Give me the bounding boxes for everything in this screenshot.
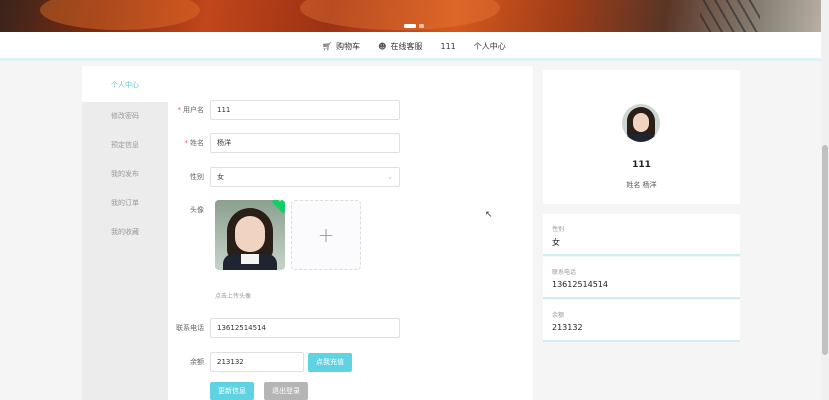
sidebar-item-change-password[interactable]: 修改密码 — [82, 102, 168, 131]
nav-item-username[interactable]: 111 — [441, 42, 456, 51]
phone-input[interactable]: 13612514514 — [210, 318, 400, 338]
info-card-gender: 性别 女 — [543, 214, 740, 256]
phone-label: 联系电话 — [176, 324, 204, 332]
sidebar-item-my-favorites[interactable]: 我的收藏 — [82, 218, 168, 247]
name-input[interactable]: 杨洋 — [210, 133, 400, 153]
nav-item-label: 购物车 — [336, 42, 361, 51]
scrollbar-thumb[interactable] — [822, 145, 828, 355]
nav-item-label: 111 — [440, 42, 456, 51]
chevron-down-icon: ⌄ — [387, 173, 393, 181]
plus-icon: + — [317, 223, 335, 247]
carousel-dot[interactable] — [419, 24, 424, 28]
sidebar-item-personal-center[interactable]: 个人中心 — [82, 66, 168, 102]
sidebar: 个人中心 修改密码 预定信息 我的发布 我的订单 我的收藏 — [82, 66, 168, 400]
info-value: 213132 — [552, 323, 583, 332]
info-label: 联系电话 — [552, 269, 577, 276]
banner-image — [40, 0, 200, 30]
sidebar-item-my-posts[interactable]: 我的发布 — [82, 160, 168, 189]
nav-item-personal-center[interactable]: 个人中心 — [474, 41, 506, 52]
info-label: 余额 — [552, 312, 565, 319]
username-row: * 用户名 111 — [168, 100, 400, 120]
nav-item-service[interactable]: ☻ 在线客服 — [378, 41, 422, 52]
info-card-balance: 余额 213132 — [543, 300, 740, 342]
profile-form: * 用户名 111 * 姓名 杨洋 性别 女 ⌄ 头像 ✓ + 点击上传头像 联… — [168, 66, 533, 400]
user-service-icon: ☻ — [378, 42, 387, 51]
profile-username: 111 — [632, 160, 651, 170]
avatar-label: 头像 — [190, 206, 204, 214]
name-row: * 姓名 杨洋 — [168, 133, 400, 153]
sidebar-item-my-orders[interactable]: 我的订单 — [82, 189, 168, 218]
balance-row: 余额 213132 点我充值 — [168, 352, 352, 372]
carousel-indicators — [404, 24, 424, 28]
phone-row: 联系电话 13612514514 — [168, 318, 400, 338]
info-card-phone: 联系电话 13612514514 — [543, 257, 740, 299]
upload-tip: 点击上传头像 — [215, 293, 252, 300]
carousel-dot-active[interactable] — [404, 24, 416, 28]
mouse-cursor-icon: ↖ — [485, 210, 493, 220]
gender-label: 性别 — [190, 173, 204, 181]
recharge-button[interactable]: 点我充值 — [308, 352, 352, 372]
cart-icon: 🛒︎ — [322, 42, 333, 51]
gender-select-value: 女 — [217, 173, 224, 181]
nav-item-label: 在线客服 — [390, 42, 423, 51]
avatar-row: 头像 — [168, 205, 210, 215]
balance-input[interactable]: 213132 — [210, 352, 304, 372]
nav-item-label: 个人中心 — [473, 42, 506, 51]
nav-item-cart[interactable]: 🛒︎ 购物车 — [322, 41, 360, 52]
banner-carousel[interactable] — [0, 0, 829, 32]
info-value: 13612514514 — [552, 280, 608, 289]
gender-row: 性别 女 ⌄ — [168, 167, 400, 187]
info-value: 女 — [552, 238, 560, 247]
sidebar-item-reservations[interactable]: 预定信息 — [82, 131, 168, 160]
username-input[interactable]: 111 — [210, 100, 400, 120]
page-scrollbar[interactable] — [821, 0, 829, 400]
profile-realname: 姓名 杨洋 — [626, 181, 657, 189]
balance-label: 余额 — [190, 358, 204, 366]
avatar-upload-button[interactable]: + — [291, 200, 361, 270]
gender-select[interactable]: 女 ⌄ — [210, 167, 400, 187]
required-mark: * — [177, 106, 182, 114]
profile-summary-card: 111 姓名 杨洋 — [543, 70, 740, 204]
name-label: 姓名 — [190, 139, 204, 147]
logout-button[interactable]: 退出登录 — [264, 382, 308, 400]
top-nav: 🛒︎ 购物车 ☻ 在线客服 111 个人中心 — [0, 32, 829, 61]
form-actions: 更新信息 退出登录 — [210, 382, 308, 400]
username-label: 用户名 — [183, 106, 204, 114]
avatar — [622, 104, 660, 142]
update-info-button[interactable]: 更新信息 — [210, 382, 254, 400]
avatar-image[interactable]: ✓ — [215, 200, 285, 270]
required-mark: * — [184, 139, 189, 147]
personal-center-panel: 个人中心 修改密码 预定信息 我的发布 我的订单 我的收藏 * 用户名 111 *… — [82, 66, 533, 400]
info-label: 性别 — [552, 226, 565, 233]
